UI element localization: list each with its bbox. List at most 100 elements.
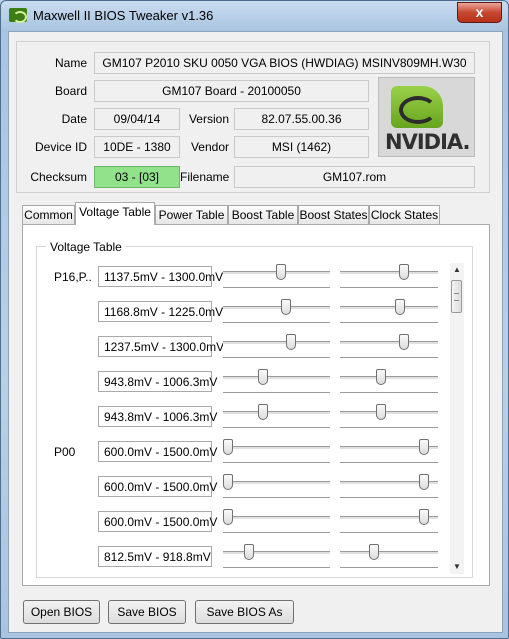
voltage-min-slider[interactable] (223, 404, 330, 435)
slider-track (223, 306, 330, 310)
slider-ticks (223, 532, 330, 535)
voltage-range-field[interactable]: 812.5mV - 918.8mV (98, 546, 212, 567)
open-bios-button[interactable]: Open BIOS (23, 600, 100, 624)
slider-thumb[interactable] (223, 474, 233, 490)
nvidia-logo: NVIDIA. (378, 77, 475, 157)
slider-track (223, 411, 330, 415)
slider-ticks (223, 322, 330, 325)
voltage-range-field[interactable]: 943.8mV - 1006.3mV (98, 371, 217, 392)
tab-boost-states[interactable]: Boost States (298, 205, 369, 224)
slider-thumb[interactable] (376, 404, 386, 420)
scrollbar-thumb[interactable] (451, 280, 462, 313)
slider-thumb[interactable] (244, 544, 254, 560)
slider-track (340, 376, 438, 380)
slider-thumb[interactable] (419, 474, 429, 490)
slider-thumb[interactable] (399, 264, 409, 280)
slider-thumb[interactable] (395, 299, 405, 315)
voltage-min-slider[interactable] (223, 439, 330, 470)
slider-thumb[interactable] (258, 404, 268, 420)
voltage-row-label: P16,P.. (54, 270, 92, 284)
device-id-label: Device ID (34, 140, 87, 154)
voltage-min-slider[interactable] (223, 334, 330, 365)
title-bar[interactable]: Maxwell II BIOS Tweaker v1.36 x (1, 1, 508, 31)
voltage-min-slider[interactable] (223, 474, 330, 505)
window-title: Maxwell II BIOS Tweaker v1.36 (33, 8, 214, 23)
device-id-field[interactable]: 10DE - 1380 (94, 136, 180, 158)
voltage-max-slider[interactable] (340, 369, 438, 400)
voltage-row-label: P00 (54, 445, 76, 459)
voltage-max-slider[interactable] (340, 439, 438, 470)
name-field[interactable]: GM107 P2010 SKU 0050 VGA BIOS (HWDIAG) M… (94, 52, 475, 74)
version-field[interactable]: 82.07.55.00.36 (234, 108, 369, 130)
voltage-max-slider[interactable] (340, 509, 438, 540)
scroll-down-arrow-icon[interactable]: ▼ (450, 560, 464, 574)
slider-thumb[interactable] (223, 439, 233, 455)
voltage-range-field[interactable]: 600.0mV - 1500.0mV (98, 511, 217, 532)
slider-thumb[interactable] (419, 509, 429, 525)
voltage-range-field[interactable]: 600.0mV - 1500.0mV (98, 441, 217, 462)
close-button[interactable]: x (457, 2, 502, 23)
voltage-min-slider[interactable] (223, 299, 330, 330)
slider-thumb[interactable] (258, 369, 268, 385)
slider-ticks (223, 427, 330, 430)
vendor-label: Vendor (190, 140, 229, 154)
save-bios-button[interactable]: Save BIOS (108, 600, 186, 624)
slider-ticks (340, 462, 438, 465)
slider-track (223, 376, 330, 380)
tab-common[interactable]: Common (22, 205, 75, 224)
slider-track (340, 551, 438, 555)
slider-ticks (223, 287, 330, 290)
vendor-field[interactable]: MSI (1462) (234, 136, 369, 158)
slider-ticks (223, 392, 330, 395)
slider-ticks (223, 497, 330, 500)
voltage-max-slider[interactable] (340, 264, 438, 295)
voltage-min-slider[interactable] (223, 544, 330, 575)
slider-thumb[interactable] (419, 439, 429, 455)
scroll-up-arrow-icon[interactable]: ▲ (450, 263, 464, 277)
board-field[interactable]: GM107 Board - 20100050 (94, 80, 369, 102)
tab-power-table[interactable]: Power Table (155, 205, 228, 224)
slider-thumb[interactable] (369, 544, 379, 560)
slider-thumb[interactable] (223, 509, 233, 525)
voltage-min-slider[interactable] (223, 509, 330, 540)
slider-ticks (340, 532, 438, 535)
board-label: Board (54, 84, 87, 98)
voltage-table-title: Voltage Table (46, 240, 126, 254)
slider-ticks (340, 392, 438, 395)
save-bios-as-button[interactable]: Save BIOS As (195, 600, 294, 624)
voltage-max-slider[interactable] (340, 544, 438, 575)
voltage-range-field[interactable]: 1168.8mV - 1225.0mV (98, 301, 223, 322)
checksum-label: Checksum (30, 170, 87, 184)
date-label: Date (61, 112, 87, 126)
nvidia-logo-text: NVIDIA. (385, 130, 471, 154)
voltage-max-slider[interactable] (340, 334, 438, 365)
checksum-field[interactable]: 03 - [03] (94, 166, 180, 188)
tab-clock-states[interactable]: Clock States (369, 205, 440, 224)
voltage-min-slider[interactable] (223, 264, 330, 295)
date-field[interactable]: 09/04/14 (94, 108, 180, 130)
slider-track (340, 341, 438, 345)
voltage-range-field[interactable]: 943.8mV - 1006.3mV (98, 406, 217, 427)
tab-voltage-table[interactable]: Voltage Table (75, 202, 155, 225)
slider-thumb[interactable] (286, 334, 296, 350)
voltage-max-slider[interactable] (340, 404, 438, 435)
filename-field[interactable]: GM107.rom (234, 166, 475, 188)
slider-thumb[interactable] (276, 264, 286, 280)
slider-track (223, 341, 330, 345)
slider-thumb[interactable] (376, 369, 386, 385)
voltage-range-field[interactable]: 600.0mV - 1500.0mV (98, 476, 217, 497)
slider-track (340, 306, 438, 310)
voltage-range-field[interactable]: 1237.5mV - 1300.0mV (98, 336, 224, 357)
voltage-max-slider[interactable] (340, 299, 438, 330)
slider-track (340, 271, 438, 275)
voltage-max-slider[interactable] (340, 474, 438, 505)
slider-ticks (340, 427, 438, 430)
slider-ticks (223, 462, 330, 465)
voltage-range-field[interactable]: 1137.5mV - 1300.0mV (98, 266, 223, 287)
voltage-min-slider[interactable] (223, 369, 330, 400)
filename-label: Filename (180, 170, 230, 184)
slider-thumb[interactable] (399, 334, 409, 350)
tab-boost-table[interactable]: Boost Table (228, 205, 298, 224)
slider-thumb[interactable] (281, 299, 291, 315)
vertical-scrollbar[interactable]: ▲ ▼ (450, 263, 464, 574)
